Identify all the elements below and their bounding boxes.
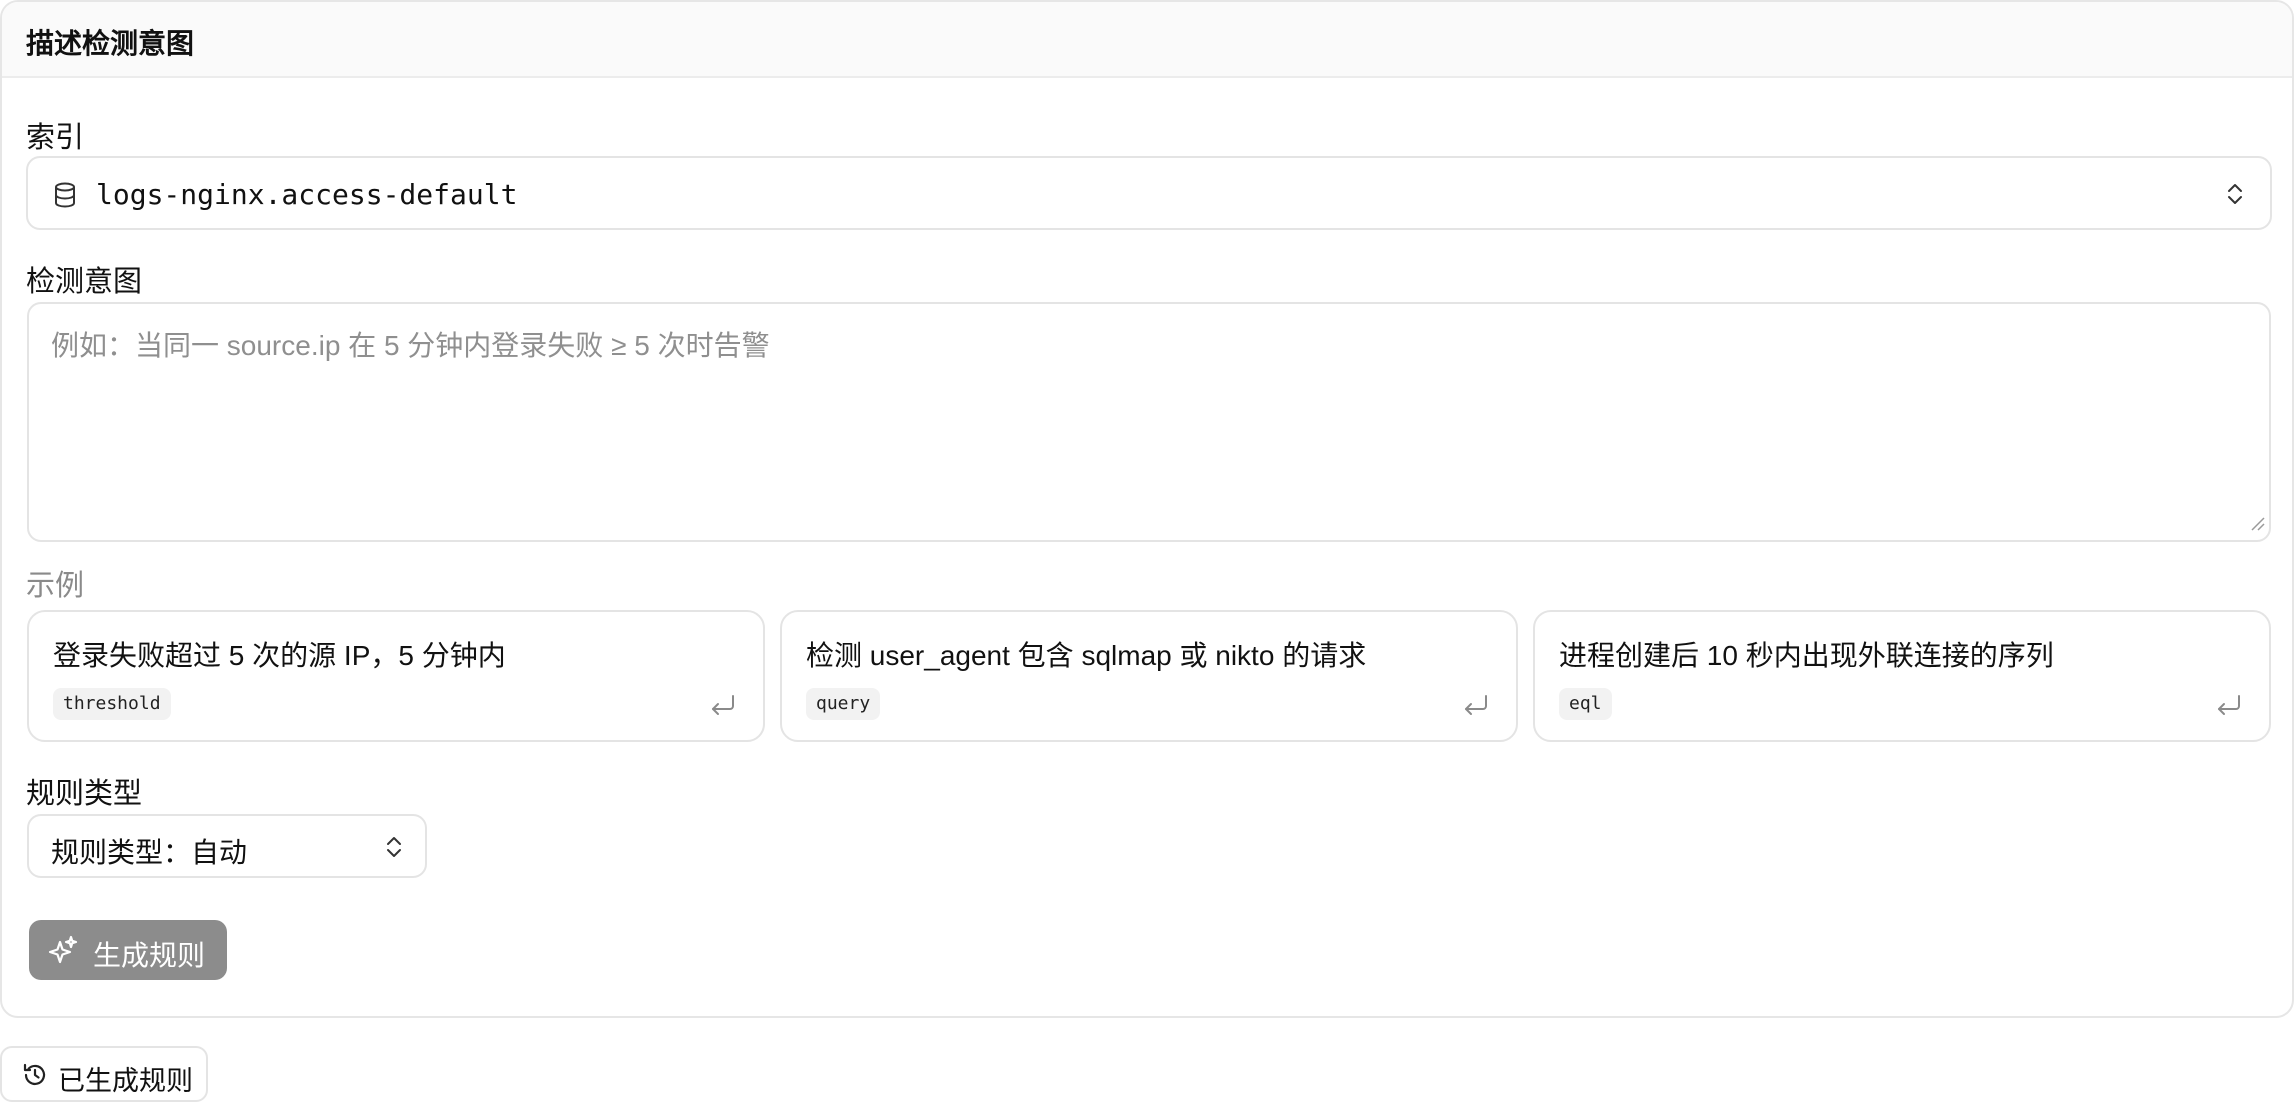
index-select[interactable]: logs-nginx.access-default [26, 156, 2272, 230]
example-card-query[interactable]: 检测 user_agent 包含 sqlmap 或 nikto 的请求 quer… [780, 610, 1518, 742]
enter-icon [1462, 694, 1490, 723]
generated-rules-label: 已生成规则 [58, 1066, 193, 1096]
example-text: 进程创建后 10 秒内出现外联连接的序列 [1559, 640, 2054, 671]
index-value: logs-nginx.access-default [96, 178, 518, 211]
panel-header: 描述检测意图 [2, 2, 2292, 78]
example-card-eql[interactable]: 进程创建后 10 秒内出现外联连接的序列 eql [1533, 610, 2271, 742]
resize-handle-icon[interactable] [2249, 515, 2265, 536]
example-card-threshold[interactable]: 登录失败超过 5 次的源 IP，5 分钟内 threshold [27, 610, 765, 742]
enter-icon [2215, 694, 2243, 723]
chevron-up-down-icon [385, 835, 403, 864]
example-tag: eql [1559, 688, 1612, 720]
detection-intent-panel: 描述检测意图 索引 logs-nginx.access-default 检测意图… [0, 0, 2294, 1018]
generated-rules-button[interactable]: 已生成规则 [0, 1046, 208, 1102]
intent-textarea[interactable]: 例如：当同一 source.ip 在 5 分钟内登录失败 ≥ 5 次时告警 [27, 302, 2271, 542]
example-tag: query [806, 688, 881, 720]
rule-type-select[interactable]: 规则类型：自动 [27, 814, 427, 878]
panel-title: 描述检测意图 [26, 28, 195, 59]
chevron-up-down-icon [2226, 182, 2244, 211]
rule-type-label: 规则类型 [26, 778, 143, 810]
index-label: 索引 [26, 122, 85, 154]
intent-label: 检测意图 [26, 266, 143, 298]
examples-label: 示例 [26, 570, 85, 602]
generate-rule-button[interactable]: 生成规则 [29, 920, 227, 980]
intent-placeholder: 例如：当同一 source.ip 在 5 分钟内登录失败 ≥ 5 次时告警 [51, 330, 770, 361]
history-icon [22, 1062, 48, 1093]
example-text: 检测 user_agent 包含 sqlmap 或 nikto 的请求 [806, 640, 1367, 671]
rule-type-value: 规则类型：自动 [51, 837, 248, 868]
example-text: 登录失败超过 5 次的源 IP，5 分钟内 [53, 640, 506, 671]
sparkles-icon [47, 934, 79, 971]
database-icon [54, 182, 76, 213]
generate-rule-label: 生成规则 [93, 940, 206, 971]
enter-icon [709, 694, 737, 723]
example-tag: threshold [53, 688, 171, 720]
